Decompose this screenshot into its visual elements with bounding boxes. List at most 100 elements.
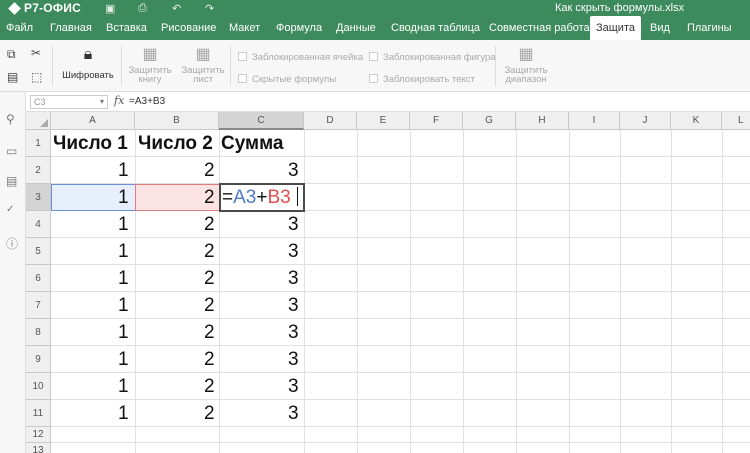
hidden-formulas-label: Скрытые формулы <box>252 74 337 85</box>
column-header-f[interactable]: F <box>410 112 463 130</box>
column-header-k[interactable]: K <box>671 112 722 130</box>
header-number-1[interactable]: Число 1 <box>53 133 128 155</box>
locked-cell-checkbox[interactable]: Заблокированная ячейка <box>238 52 363 63</box>
cell-c9[interactable]: 3 <box>288 349 299 371</box>
tab-draw[interactable]: Рисование <box>155 16 222 40</box>
column-header-b[interactable]: B <box>135 112 219 130</box>
cell-a4[interactable]: 1 <box>118 214 129 236</box>
formula-input[interactable]: =A3+B3 <box>129 96 165 107</box>
cell-c2[interactable]: 3 <box>288 160 299 182</box>
row-header-13[interactable]: 13 <box>26 443 51 453</box>
cell-a9[interactable]: 1 <box>118 349 129 371</box>
column-header-c[interactable]: C <box>219 112 304 130</box>
tab-formula[interactable]: Формула <box>270 16 328 40</box>
spreadsheet-grid[interactable]: A B C D E F G H I J K L 1 2 3 4 5 6 7 8 … <box>26 112 750 453</box>
cell-c8[interactable]: 3 <box>288 322 299 344</box>
copy-icon[interactable]: ⧉ <box>7 47 16 62</box>
cell-a6[interactable]: 1 <box>118 268 129 290</box>
tab-insert[interactable]: Вставка <box>100 16 153 40</box>
cell-b10[interactable]: 2 <box>204 376 215 398</box>
cell-b2[interactable]: 2 <box>204 160 215 182</box>
lock-text-checkbox[interactable]: Заблокировать текст <box>369 74 475 85</box>
cell-b4[interactable]: 2 <box>204 214 215 236</box>
row-header-11[interactable]: 11 <box>26 400 51 427</box>
app-logo-text: Р7-ОФИС <box>24 1 81 15</box>
header-number-2[interactable]: Число 2 <box>138 133 213 155</box>
print-icon[interactable]: ⎙ <box>138 2 147 15</box>
cell-a2[interactable]: 1 <box>118 160 129 182</box>
cell-c10[interactable]: 3 <box>288 376 299 398</box>
column-header-i[interactable]: I <box>569 112 620 130</box>
cell-a10[interactable]: 1 <box>118 376 129 398</box>
header-sum[interactable]: Сумма <box>221 133 283 155</box>
tab-data[interactable]: Данные <box>330 16 382 40</box>
column-header-e[interactable]: E <box>357 112 410 130</box>
column-header-j[interactable]: J <box>620 112 671 130</box>
chevron-down-icon[interactable]: ▾ <box>100 96 104 108</box>
redo-icon[interactable]: ↷ <box>205 2 214 15</box>
cell-b7[interactable]: 2 <box>204 295 215 317</box>
cell-a8[interactable]: 1 <box>118 322 129 344</box>
name-box[interactable]: C3 ▾ <box>30 95 108 109</box>
cell-b5[interactable]: 2 <box>204 241 215 263</box>
row-header-10[interactable]: 10 <box>26 373 51 400</box>
column-header-l[interactable]: L <box>722 112 750 130</box>
comment-icon[interactable]: ▭ <box>6 144 17 158</box>
row-header-7[interactable]: 7 <box>26 292 51 319</box>
locked-shape-checkbox[interactable]: Заблокированная фигура <box>369 52 496 63</box>
tab-pivot[interactable]: Сводная таблица <box>385 16 486 40</box>
tab-collab[interactable]: Совместная работа <box>483 16 596 40</box>
cell-c4[interactable]: 3 <box>288 214 299 236</box>
cell-c6[interactable]: 3 <box>288 268 299 290</box>
row-header-12[interactable]: 12 <box>26 427 51 443</box>
protect-sheet-button[interactable]: ▦ Защитить лист <box>178 46 228 84</box>
protect-range-button[interactable]: ▦ Защитить диапазон <box>500 46 552 84</box>
protect-book-button[interactable]: ▦ Защитить книгу <box>125 46 175 84</box>
row-header-9[interactable]: 9 <box>26 346 51 373</box>
spellcheck-icon[interactable]: ✓ <box>6 204 14 215</box>
row-header-4[interactable]: 4 <box>26 211 51 238</box>
cell-a3[interactable]: 1 <box>118 187 129 209</box>
tab-protect[interactable]: Защита <box>590 16 641 40</box>
row-header-3[interactable]: 3 <box>26 184 51 211</box>
row-header-5[interactable]: 5 <box>26 238 51 265</box>
logo-icon <box>8 2 21 15</box>
cell-c7[interactable]: 3 <box>288 295 299 317</box>
fx-icon[interactable]: fx <box>114 94 124 107</box>
cell-b3[interactable]: 2 <box>204 187 215 209</box>
select-all-icon[interactable]: ⬚ <box>31 70 42 84</box>
select-all-corner[interactable] <box>26 112 51 130</box>
cell-b9[interactable]: 2 <box>204 349 215 371</box>
row-header-1[interactable]: 1 <box>26 130 51 157</box>
row-header-2[interactable]: 2 <box>26 157 51 184</box>
column-header-g[interactable]: G <box>463 112 516 130</box>
cell-a11[interactable]: 1 <box>118 403 129 425</box>
chat-icon[interactable]: ▤ <box>6 174 17 188</box>
cell-b8[interactable]: 2 <box>204 322 215 344</box>
tab-layout[interactable]: Макет <box>223 16 266 40</box>
tab-view[interactable]: Вид <box>644 16 676 40</box>
paste-icon[interactable]: ▤ <box>7 70 18 84</box>
cell-c5[interactable]: 3 <box>288 241 299 263</box>
column-header-d[interactable]: D <box>304 112 357 130</box>
undo-icon[interactable]: ↶ <box>172 2 181 15</box>
cell-a7[interactable]: 1 <box>118 295 129 317</box>
cell-c11[interactable]: 3 <box>288 403 299 425</box>
save-icon[interactable]: ▣ <box>105 2 115 15</box>
tab-plugins[interactable]: Плагины <box>681 16 738 40</box>
row-header-8[interactable]: 8 <box>26 319 51 346</box>
cell-a5[interactable]: 1 <box>118 241 129 263</box>
cell-b11[interactable]: 2 <box>204 403 215 425</box>
info-icon[interactable]: ⓘ <box>6 235 18 252</box>
column-header-a[interactable]: A <box>51 112 135 130</box>
hidden-formulas-checkbox[interactable]: Скрытые формулы <box>238 74 336 85</box>
cut-icon[interactable]: ✂ <box>31 46 41 60</box>
tab-file[interactable]: Файл <box>0 16 39 40</box>
cell-b6[interactable]: 2 <box>204 268 215 290</box>
cell-c3-formula[interactable]: =A3+B3 <box>222 187 298 209</box>
encrypt-button[interactable]: 🔒︎ Шифровать <box>59 46 117 80</box>
row-header-6[interactable]: 6 <box>26 265 51 292</box>
tab-home[interactable]: Главная <box>44 16 98 40</box>
search-icon[interactable]: ⚲ <box>6 112 15 126</box>
column-header-h[interactable]: H <box>516 112 569 130</box>
